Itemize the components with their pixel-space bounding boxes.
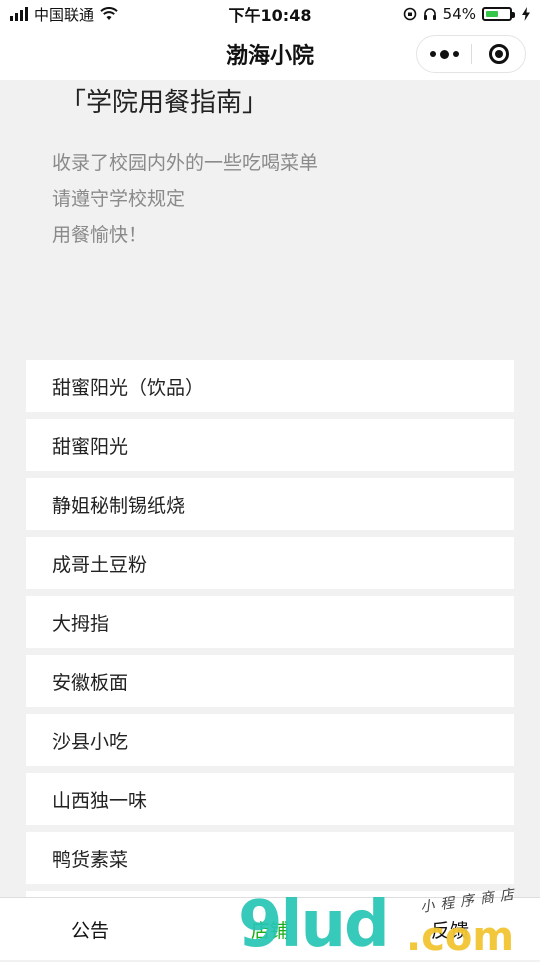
- guide-description: 收录了校园内外的一些吃喝菜单 请遵守学校规定 用餐愉快！: [52, 145, 318, 253]
- tab-shops[interactable]: 店铺: [180, 916, 360, 943]
- status-left: 中国联通: [10, 4, 118, 25]
- status-bar: 中国联通 下午10:48 54%: [0, 0, 540, 28]
- guide-line: 收录了校园内外的一些吃喝菜单: [52, 152, 319, 174]
- shop-item[interactable]: 安徽板面: [26, 655, 514, 707]
- tab-bar: 公告 店铺 反馈: [0, 897, 540, 960]
- status-right: 54%: [403, 5, 530, 23]
- shop-item[interactable]: 成哥土豆粉: [26, 537, 514, 589]
- more-dot-icon: [439, 49, 449, 59]
- orientation-lock-icon: [403, 7, 416, 21]
- headphones-icon: [423, 8, 436, 20]
- shop-item[interactable]: 甜蜜阳光（饮品）: [26, 360, 514, 412]
- tab-announcement[interactable]: 公告: [0, 916, 180, 943]
- shop-list: 甜蜜阳光（饮品） 甜蜜阳光 静姐秘制锡纸烧 成哥土豆粉 大拇指 安徽板面 沙县小…: [26, 360, 514, 950]
- wifi-icon: [100, 7, 118, 20]
- close-target-icon: [488, 44, 509, 64]
- more-dot-icon: [429, 51, 436, 57]
- shop-item[interactable]: 沙县小吃: [26, 714, 514, 766]
- close-button[interactable]: [472, 44, 525, 64]
- page-title: 渤海小院: [225, 44, 314, 69]
- charging-icon: [522, 7, 530, 21]
- shop-item[interactable]: 静姐秘制锡纸烧: [26, 478, 514, 530]
- guide-line: 用餐愉快！: [52, 224, 148, 246]
- shop-item[interactable]: 甜蜜阳光: [26, 419, 514, 471]
- signal-icon: [10, 7, 28, 21]
- nav-bar: 渤海小院: [0, 28, 540, 80]
- shop-item[interactable]: 鸭货素菜: [26, 832, 514, 884]
- mini-program-capsule: [416, 35, 526, 73]
- battery-icon: [482, 7, 515, 21]
- shop-item[interactable]: 大拇指: [26, 596, 514, 648]
- battery-percent: 54%: [442, 5, 476, 23]
- tab-feedback[interactable]: 反馈: [360, 916, 540, 943]
- guide-title: 「学院用餐指南」: [60, 88, 269, 118]
- guide-line: 请遵守学校规定: [52, 188, 186, 210]
- more-button[interactable]: [417, 36, 471, 72]
- more-dot-icon: [452, 51, 459, 57]
- carrier-label: 中国联通: [34, 5, 95, 24]
- status-time: 下午10:48: [228, 6, 312, 25]
- battery-fill: [486, 11, 498, 17]
- shop-item[interactable]: 山西独一味: [26, 773, 514, 825]
